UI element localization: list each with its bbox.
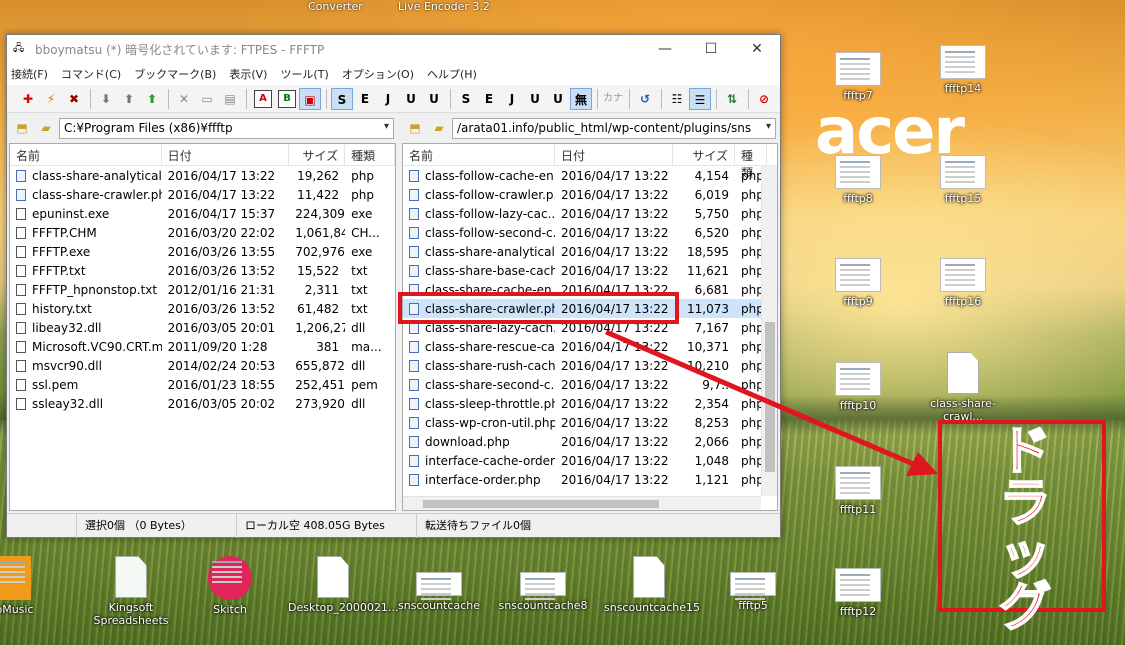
drag-arrow-line [605, 329, 919, 469]
drag-annotation-text: ドラッグ [998, 422, 1052, 638]
